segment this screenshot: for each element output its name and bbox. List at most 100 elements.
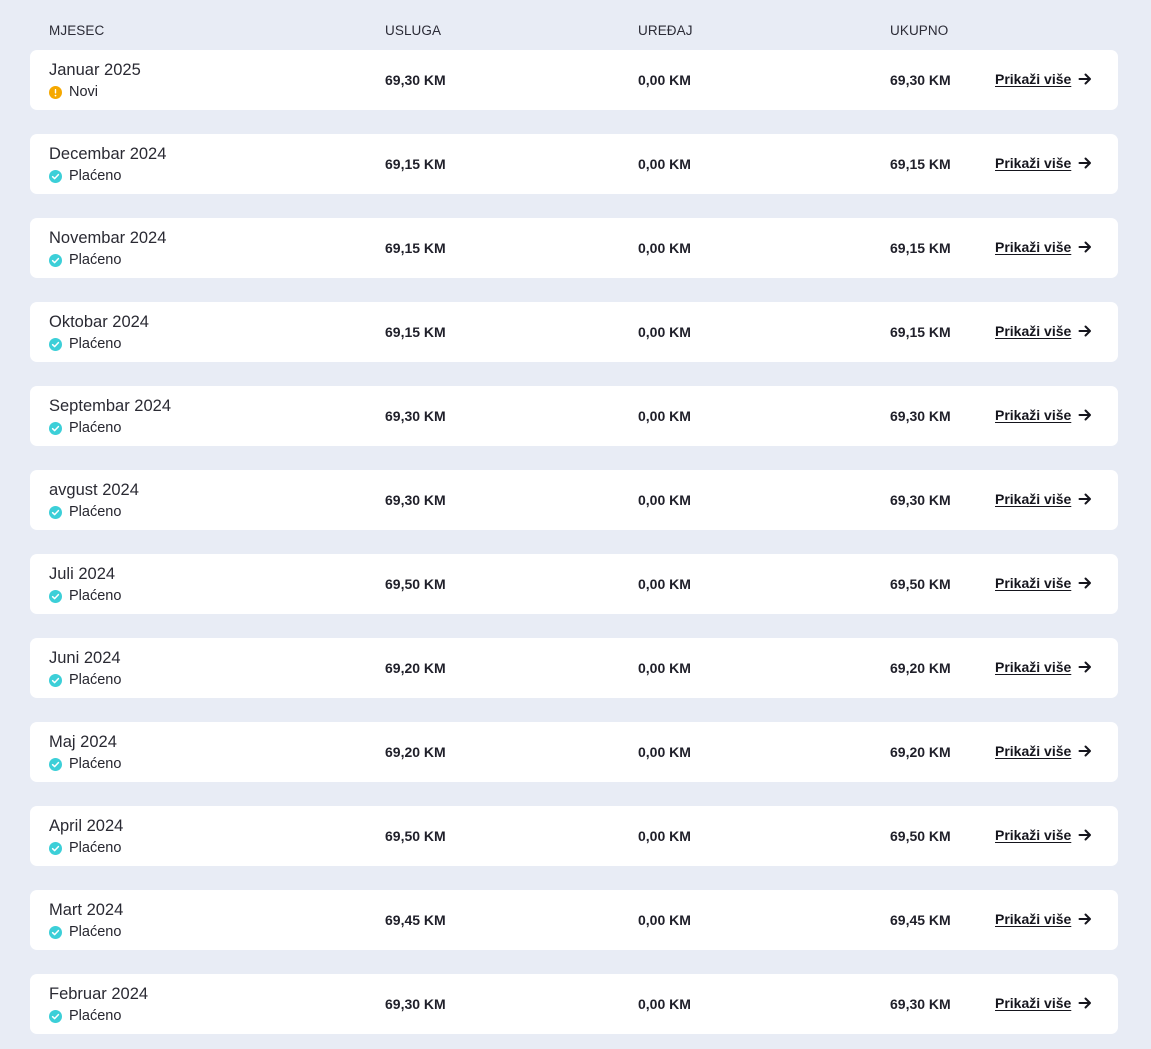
- show-more-label: Prikaži više: [995, 323, 1072, 339]
- bill-row: Novembar 2024 Plaćeno 69,15 KM 0,00 KM 6…: [30, 218, 1118, 278]
- bill-status-label: Plaćeno: [69, 756, 122, 772]
- bill-status: Plaćeno: [49, 504, 121, 520]
- bill-device-amount: 0,00 KM: [638, 744, 691, 760]
- show-more-link[interactable]: Prikaži više: [995, 995, 1092, 1011]
- arrow-right-icon: [1078, 996, 1092, 1010]
- show-more-link[interactable]: Prikaži više: [995, 659, 1092, 675]
- arrow-right-icon: [1078, 744, 1092, 758]
- bill-service-amount: 69,20 KM: [385, 660, 446, 676]
- bill-row: avgust 2024 Plaćeno 69,30 KM 0,00 KM 69,…: [30, 470, 1118, 530]
- arrow-right-icon: [1078, 408, 1092, 422]
- check-circle-icon: [49, 505, 62, 519]
- bill-month: Januar 2025: [49, 61, 141, 79]
- show-more-link[interactable]: Prikaži više: [995, 323, 1092, 339]
- bill-status: Plaćeno: [49, 588, 121, 604]
- table-header: MJESEC USLUGA UREĐAJ UKUPNO: [0, 0, 1151, 50]
- show-more-link[interactable]: Prikaži više: [995, 827, 1092, 843]
- warning-icon: [49, 85, 62, 99]
- show-more-link[interactable]: Prikaži više: [995, 911, 1092, 927]
- check-circle-icon: [49, 841, 62, 855]
- bill-row: Juli 2024 Plaćeno 69,50 KM 0,00 KM 69,50…: [30, 554, 1118, 614]
- arrow-right-icon: [1078, 912, 1092, 926]
- bill-status-label: Plaćeno: [69, 252, 122, 268]
- bill-month: avgust 2024: [49, 481, 139, 499]
- bill-month: Juli 2024: [49, 565, 116, 583]
- header-month: MJESEC: [49, 23, 105, 38]
- bill-service-amount: 69,30 KM: [385, 996, 446, 1012]
- bill-total-amount: 69,15 KM: [890, 240, 951, 256]
- bill-total-amount: 69,30 KM: [890, 408, 951, 424]
- header-service: USLUGA: [385, 23, 442, 38]
- arrow-right-icon: [1078, 828, 1092, 842]
- show-more-label: Prikaži više: [995, 575, 1072, 591]
- check-circle-icon: [49, 421, 62, 435]
- show-more-link[interactable]: Prikaži više: [995, 743, 1092, 759]
- show-more-label: Prikaži više: [995, 71, 1072, 87]
- bill-total-amount: 69,15 KM: [890, 156, 951, 172]
- bill-row: Maj 2024 Plaćeno 69,20 KM 0,00 KM 69,20 …: [30, 722, 1118, 782]
- check-circle-icon: [49, 925, 62, 939]
- bill-row: Januar 2025 Novi 69,30 KM 0,00 KM 69,30 …: [30, 50, 1118, 110]
- bill-status: Plaćeno: [49, 336, 121, 352]
- bill-status: Plaćeno: [49, 924, 121, 940]
- bill-total-amount: 69,30 KM: [890, 996, 951, 1012]
- show-more-link[interactable]: Prikaži više: [995, 71, 1092, 87]
- bill-status-label: Plaćeno: [69, 504, 122, 520]
- bill-service-amount: 69,15 KM: [385, 324, 446, 340]
- check-circle-icon: [49, 757, 62, 771]
- bill-status-label: Plaćeno: [69, 336, 122, 352]
- bill-status-label: Plaćeno: [69, 588, 122, 604]
- bill-total-amount: 69,30 KM: [890, 492, 951, 508]
- show-more-label: Prikaži više: [995, 491, 1072, 507]
- bill-row: April 2024 Plaćeno 69,50 KM 0,00 KM 69,5…: [30, 806, 1118, 866]
- bill-status: Plaćeno: [49, 840, 121, 856]
- show-more-link[interactable]: Prikaži više: [995, 575, 1092, 591]
- bills-table: MJESEC USLUGA UREĐAJ UKUPNO Januar 2025 …: [0, 0, 1151, 1049]
- bill-row: Juni 2024 Plaćeno 69,20 KM 0,00 KM 69,20…: [30, 638, 1118, 698]
- bill-status-label: Plaćeno: [69, 1008, 122, 1024]
- bill-status-label: Plaćeno: [69, 924, 122, 940]
- show-more-label: Prikaži više: [995, 743, 1072, 759]
- arrow-right-icon: [1078, 156, 1092, 170]
- bill-service-amount: 69,50 KM: [385, 576, 446, 592]
- bill-status: Plaćeno: [49, 1008, 121, 1024]
- bill-total-amount: 69,45 KM: [890, 912, 951, 928]
- bills-list: Januar 2025 Novi 69,30 KM 0,00 KM 69,30 …: [30, 50, 1118, 1049]
- bill-service-amount: 69,50 KM: [385, 828, 446, 844]
- bill-status: Novi: [49, 84, 98, 100]
- show-more-label: Prikaži više: [995, 155, 1072, 171]
- check-circle-icon: [49, 169, 62, 183]
- bill-month: Juni 2024: [49, 649, 121, 667]
- bill-status: Plaćeno: [49, 672, 121, 688]
- bill-month: Maj 2024: [49, 733, 117, 751]
- bill-month: Februar 2024: [49, 985, 149, 1003]
- show-more-link[interactable]: Prikaži više: [995, 239, 1092, 255]
- check-circle-icon: [49, 253, 62, 267]
- show-more-label: Prikaži više: [995, 995, 1072, 1011]
- bill-status: Plaćeno: [49, 252, 121, 268]
- bill-service-amount: 69,30 KM: [385, 408, 446, 424]
- bill-status-label: Plaćeno: [69, 840, 122, 856]
- bill-service-amount: 69,15 KM: [385, 156, 446, 172]
- header-device: UREĐAJ: [638, 23, 693, 38]
- bill-service-amount: 69,30 KM: [385, 72, 446, 88]
- bill-device-amount: 0,00 KM: [638, 492, 691, 508]
- arrow-right-icon: [1078, 72, 1092, 86]
- bill-device-amount: 0,00 KM: [638, 828, 691, 844]
- show-more-label: Prikaži više: [995, 239, 1072, 255]
- show-more-link[interactable]: Prikaži više: [995, 407, 1092, 423]
- bill-row: Mart 2024 Plaćeno 69,45 KM 0,00 KM 69,45…: [30, 890, 1118, 950]
- bill-status-label: Plaćeno: [69, 672, 122, 688]
- check-circle-icon: [49, 1009, 62, 1023]
- arrow-right-icon: [1078, 240, 1092, 254]
- bill-total-amount: 69,50 KM: [890, 576, 951, 592]
- show-more-link[interactable]: Prikaži više: [995, 155, 1092, 171]
- arrow-right-icon: [1078, 576, 1092, 590]
- bill-service-amount: 69,30 KM: [385, 492, 446, 508]
- show-more-link[interactable]: Prikaži više: [995, 491, 1092, 507]
- arrow-right-icon: [1078, 492, 1092, 506]
- show-more-label: Prikaži više: [995, 659, 1072, 675]
- bill-device-amount: 0,00 KM: [638, 660, 691, 676]
- bill-month: Decembar 2024: [49, 145, 167, 163]
- bill-status: Plaćeno: [49, 168, 121, 184]
